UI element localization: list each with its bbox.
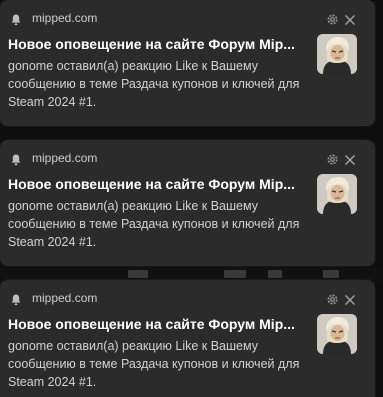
notification-body: gonome оставил(а) реакцию Like к Вашему … — [8, 59, 300, 109]
bell-icon — [11, 154, 21, 166]
notification-title: Новое оповещение на сайте Форум Mip... — [8, 36, 295, 52]
gear-icon[interactable] — [326, 13, 339, 26]
notification-body: gonome оставил(а) реакцию Like к Вашему … — [8, 339, 300, 389]
avatar[interactable] — [317, 34, 357, 74]
bell-icon — [11, 14, 21, 26]
taskbar-glyph — [128, 270, 148, 278]
notification-title: Новое оповещение на сайте Форум Mip... — [8, 176, 295, 192]
avatar[interactable] — [317, 314, 357, 354]
gear-icon[interactable] — [326, 153, 339, 166]
notification-body: gonome оставил(а) реакцию Like к Вашему … — [8, 199, 300, 249]
notification-source: mipped.com — [32, 11, 98, 25]
close-icon[interactable] — [344, 13, 356, 25]
taskbar-glyph — [224, 270, 246, 278]
notification-title: Новое оповещение на сайте Форум Mip... — [8, 316, 295, 332]
close-icon[interactable] — [344, 293, 356, 305]
notification-stack: mipped.com Новое оповещение на сайте Фор… — [0, 0, 383, 397]
notification-source: mipped.com — [32, 151, 98, 165]
notification-card[interactable]: mipped.com Новое оповещение на сайте Фор… — [0, 280, 375, 397]
notification-card[interactable]: mipped.com Новое оповещение на сайте Фор… — [0, 0, 375, 126]
notification-header: mipped.com — [0, 280, 375, 306]
close-icon[interactable] — [344, 153, 356, 165]
notification-header: mipped.com — [0, 140, 375, 166]
gear-icon[interactable] — [326, 293, 339, 306]
avatar[interactable] — [317, 174, 357, 214]
bell-icon — [11, 294, 21, 306]
notification-header: mipped.com — [0, 0, 375, 26]
notification-source: mipped.com — [32, 291, 98, 305]
taskbar-glyph — [268, 270, 282, 278]
taskbar-glyph — [323, 270, 339, 278]
notification-card[interactable]: mipped.com Новое оповещение на сайте Фор… — [0, 140, 375, 266]
